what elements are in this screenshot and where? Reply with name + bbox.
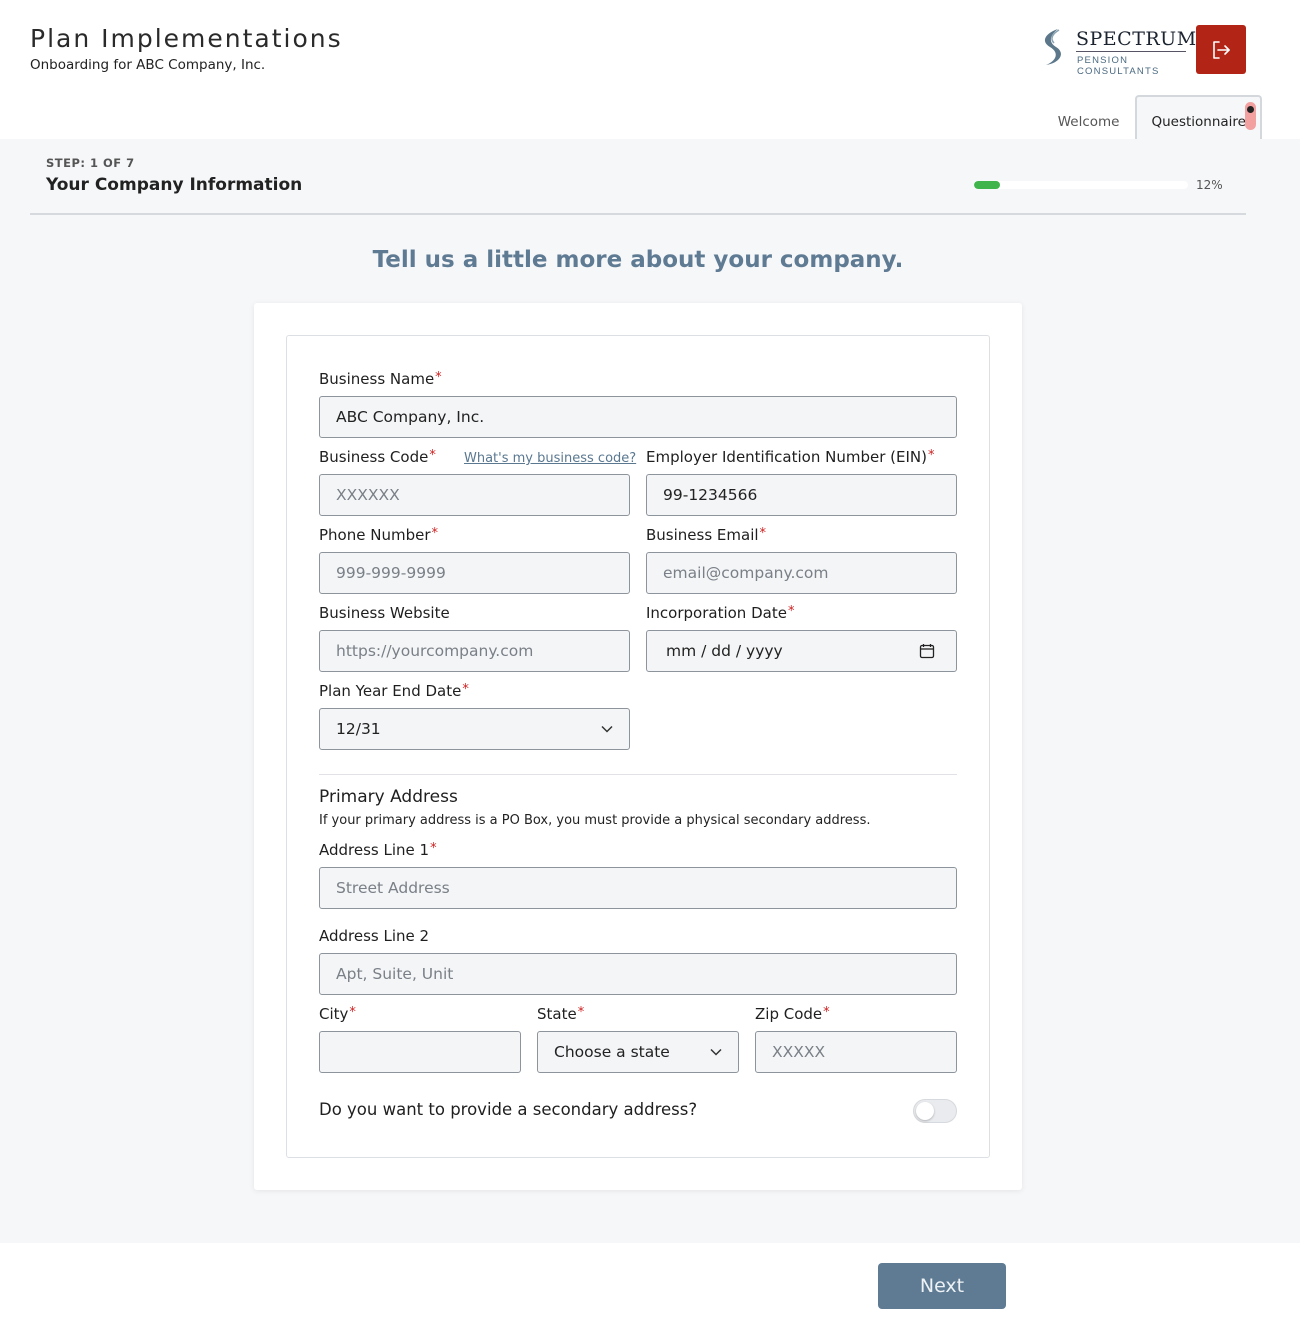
logo-divider [1076, 51, 1186, 52]
phone-input[interactable]: 999-999-9999 [319, 552, 630, 594]
secondary-address-question: Do you want to provide a secondary addre… [319, 1100, 698, 1119]
calendar-icon[interactable] [919, 643, 935, 659]
city-label: City* [319, 1005, 356, 1023]
app-title: Plan Implementations [30, 24, 343, 53]
required-marker: * [431, 526, 439, 541]
logo-tagline: PENSION CONSULTANTS [1077, 55, 1160, 77]
nav-tabs: Welcome Questionnaire [1042, 95, 1262, 139]
step-title: Your Company Information [46, 175, 303, 195]
business-name-label: Business Name* [319, 370, 442, 388]
logout-icon [1213, 40, 1230, 59]
step-label: STEP: 1 OF 7 [46, 156, 135, 170]
required-marker: * [927, 448, 935, 463]
app-subtitle: Onboarding for ABC Company, Inc. [30, 57, 266, 73]
business-website-placeholder: https://yourcompany.com [336, 642, 534, 660]
phone-label: Phone Number* [319, 526, 438, 544]
primary-address-title: Primary Address [319, 787, 458, 807]
progress-bar-fill [974, 181, 1000, 189]
ein-value: 99-1234566 [663, 486, 758, 504]
address-line2-placeholder: Apt, Suite, Unit [336, 965, 454, 983]
business-name-input[interactable]: ABC Company, Inc. [319, 396, 957, 438]
phone-placeholder: 999-999-9999 [336, 564, 446, 582]
plan-year-end-value: 12/31 [336, 720, 381, 738]
required-marker: * [430, 841, 437, 856]
business-email-label-text: Business Email [646, 526, 759, 544]
notification-indicator-icon [1245, 102, 1256, 130]
ein-label: Employer Identification Number (EIN)* [646, 448, 934, 466]
address-line1-placeholder: Street Address [336, 879, 450, 897]
business-code-help-link[interactable]: What's my business code? [464, 451, 636, 466]
business-website-label: Business Website [319, 604, 450, 622]
incorporation-date-input[interactable]: mm / dd / yyyy [646, 630, 957, 672]
business-code-placeholder: XXXXXX [336, 486, 400, 504]
required-marker: * [787, 604, 795, 619]
address-line2-label-text: Address Line 2 [319, 927, 430, 945]
zip-code-label-text: Zip Code [755, 1005, 823, 1023]
business-name-label-text: Business Name [319, 370, 435, 388]
form-card: Business Name* ABC Company, Inc. Busines… [254, 303, 1022, 1190]
logo-name: SPECTRUM [1076, 28, 1197, 50]
step-divider [30, 213, 1246, 215]
secondary-address-toggle[interactable] [913, 1099, 957, 1123]
zip-code-placeholder: XXXXX [772, 1043, 826, 1061]
toggle-knob [916, 1102, 934, 1120]
plan-year-end-label: Plan Year End Date* [319, 682, 469, 700]
city-input[interactable] [319, 1031, 521, 1073]
state-value: Choose a state [554, 1043, 670, 1061]
address-line2-label: Address Line 2 [319, 927, 429, 945]
business-code-label: Business Code* [319, 448, 436, 466]
state-select[interactable]: Choose a state [537, 1031, 739, 1073]
business-website-label-text: Business Website [319, 604, 450, 622]
business-name-value: ABC Company, Inc. [336, 408, 485, 426]
required-marker: * [577, 1005, 585, 1020]
required-marker: * [435, 370, 442, 385]
footer: Next [0, 1243, 1300, 1325]
chevron-down-icon [601, 725, 613, 733]
address-line2-input[interactable]: Apt, Suite, Unit [319, 953, 957, 995]
state-label-text: State [537, 1005, 577, 1023]
ein-input[interactable]: 99-1234566 [646, 474, 957, 516]
state-label: State* [537, 1005, 584, 1023]
incorporation-date-label: Incorporation Date* [646, 604, 794, 622]
tab-welcome[interactable]: Welcome [1042, 114, 1136, 139]
plan-year-end-select[interactable]: 12/31 [319, 708, 630, 750]
business-email-label: Business Email* [646, 526, 766, 544]
business-code-label-text: Business Code [319, 448, 429, 466]
incorporation-date-label-text: Incorporation Date [646, 604, 787, 622]
tab-questionnaire-label: Questionnaire [1151, 114, 1246, 130]
address-line1-label-text: Address Line 1 [319, 841, 430, 859]
page-lead: Tell us a little more about your company… [372, 247, 904, 273]
required-marker: * [462, 682, 469, 697]
zip-code-input[interactable]: XXXXX [755, 1031, 957, 1073]
next-button[interactable]: Next [878, 1263, 1006, 1309]
zip-code-label: Zip Code* [755, 1005, 830, 1023]
logo-swoosh-icon [1044, 29, 1061, 65]
progress-bar [974, 181, 1188, 189]
business-code-input[interactable]: XXXXXX [319, 474, 630, 516]
business-email-input[interactable]: email@company.com [646, 552, 957, 594]
city-label-text: City [319, 1005, 349, 1023]
ein-label-text: Employer Identification Number (EIN) [646, 448, 927, 466]
incorporation-date-placeholder: mm / dd / yyyy [666, 642, 783, 660]
progress-percent: 12% [1196, 178, 1223, 192]
section-divider [319, 774, 957, 775]
required-marker: * [429, 448, 436, 463]
tab-questionnaire[interactable]: Questionnaire [1135, 95, 1262, 139]
address-line1-label: Address Line 1* [319, 841, 437, 859]
company-logo: SPECTRUM PENSION CONSULTANTS [1038, 27, 1196, 77]
chevron-down-icon [710, 1048, 722, 1056]
business-email-placeholder: email@company.com [663, 564, 829, 582]
required-marker: * [349, 1005, 356, 1020]
primary-address-note: If your primary address is a PO Box, you… [319, 813, 871, 828]
logout-button[interactable] [1196, 25, 1246, 74]
address-line1-input[interactable]: Street Address [319, 867, 957, 909]
app-header: Plan Implementations Onboarding for ABC … [0, 0, 1300, 139]
required-marker: * [823, 1005, 830, 1020]
company-info-form: Business Name* ABC Company, Inc. Busines… [286, 335, 990, 1158]
business-website-input[interactable]: https://yourcompany.com [319, 630, 630, 672]
required-marker: * [759, 526, 767, 541]
phone-label-text: Phone Number [319, 526, 431, 544]
plan-year-end-label-text: Plan Year End Date [319, 682, 462, 700]
main-content: STEP: 1 OF 7 Your Company Information 12… [0, 139, 1300, 1243]
